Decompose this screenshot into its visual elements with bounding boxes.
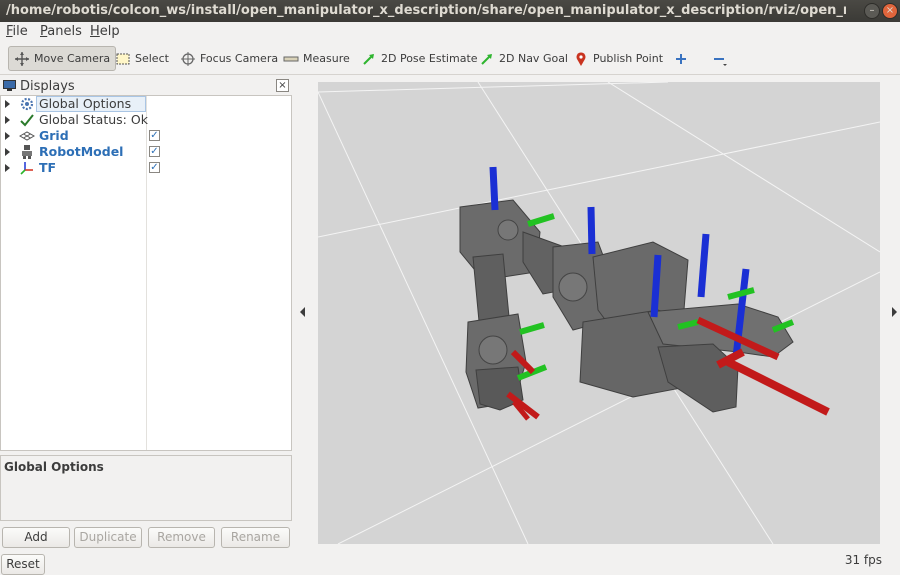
minimize-icon[interactable]: – [864, 3, 880, 19]
measure-tool[interactable]: Measure [278, 46, 355, 71]
tf-z-axis [587, 206, 596, 255]
menu-panels[interactable]: Panels [40, 24, 82, 39]
tf-y-axis [527, 213, 555, 227]
tf-z-axis [650, 254, 662, 318]
tf-z-axis [697, 233, 710, 298]
expand-arrow-icon[interactable] [5, 116, 10, 124]
measure-label: Measure [303, 52, 350, 65]
displays-title: Displays [20, 79, 75, 94]
plus-icon [673, 51, 689, 67]
collapse-right-icon[interactable] [892, 307, 897, 317]
map-pin-icon [573, 51, 589, 67]
scene-svg [318, 82, 880, 544]
menu-file[interactable]: File [6, 24, 28, 39]
publish-point-tool[interactable]: Publish Point [568, 46, 668, 71]
properties-panel: Global Options [0, 455, 292, 521]
grid-enabled-checkbox[interactable]: ✓ [149, 130, 160, 141]
focus-camera-tool[interactable]: Focus Camera [175, 46, 283, 71]
select-tool[interactable]: Select [110, 46, 174, 71]
focus-camera-icon [180, 51, 196, 67]
display-item-grid[interactable]: Grid ✓ [1, 128, 291, 144]
select-icon [115, 51, 131, 67]
gear-icon [19, 96, 35, 112]
display-item-global-status[interactable]: Global Status: Ok [1, 112, 291, 128]
nav-goal-label: 2D Nav Goal [499, 52, 568, 65]
axes-icon [19, 160, 35, 176]
render-viewport[interactable] [318, 82, 880, 544]
grid-icon [18, 128, 36, 144]
add-tool-button[interactable] [668, 46, 698, 71]
display-label: Global Status: Ok [39, 112, 148, 127]
nav-goal-tool[interactable]: 2D Nav Goal [474, 46, 573, 71]
menu-bar: File Panels Help [0, 22, 900, 42]
collapse-left-icon[interactable] [300, 307, 305, 317]
add-button[interactable]: Add [2, 527, 70, 548]
displays-tree: Global Options Global Status: Ok Grid ✓ … [0, 95, 292, 451]
reset-button[interactable]: Reset [1, 554, 45, 575]
expand-arrow-icon[interactable] [5, 164, 10, 172]
move-camera-tool[interactable]: Move Camera [8, 46, 117, 71]
display-label: TF [39, 160, 57, 175]
green-arrow-icon [479, 51, 495, 67]
display-item-robotmodel[interactable]: RobotModel ✓ [1, 144, 291, 160]
tf-y-axis [519, 322, 545, 335]
display-item-global-options[interactable]: Global Options [1, 96, 291, 112]
remove-button[interactable]: Remove [148, 527, 215, 548]
check-icon [19, 112, 35, 128]
green-arrow-icon [361, 51, 377, 67]
select-label: Select [135, 52, 169, 65]
expand-arrow-icon[interactable] [5, 148, 10, 156]
tf-x-axis [726, 358, 830, 416]
move-camera-icon [14, 51, 30, 67]
robot-icon [19, 144, 35, 160]
remove-tool-button[interactable] [706, 46, 736, 71]
title-bar: /home/robotis/colcon_ws/install/open_man… [0, 0, 900, 22]
pose-estimate-tool[interactable]: 2D Pose Estimate [356, 46, 483, 71]
pose-estimate-label: 2D Pose Estimate [381, 52, 478, 65]
tf-z-axis [489, 166, 499, 211]
display-label: Grid [39, 128, 69, 143]
display-label: RobotModel [39, 144, 124, 159]
fps-counter: 31 fps [844, 553, 882, 567]
publish-point-label: Publish Point [593, 52, 664, 65]
close-icon[interactable]: × [882, 3, 898, 19]
display-label: Global Options [39, 96, 132, 111]
minus-icon [711, 51, 727, 67]
focus-camera-label: Focus Camera [200, 52, 279, 65]
monitor-icon [3, 80, 16, 92]
rename-button[interactable]: Rename [221, 527, 290, 548]
expand-arrow-icon[interactable] [5, 132, 10, 140]
menu-help[interactable]: Help [90, 24, 120, 39]
tf-enabled-checkbox[interactable]: ✓ [149, 162, 160, 173]
window-title: /home/robotis/colcon_ws/install/open_man… [6, 3, 846, 18]
displays-panel-header: Displays × [0, 78, 292, 95]
properties-title: Global Options [4, 460, 104, 474]
ruler-icon [283, 51, 299, 67]
robotmodel-enabled-checkbox[interactable]: ✓ [149, 146, 160, 157]
expand-arrow-icon[interactable] [5, 100, 10, 108]
display-item-tf[interactable]: TF ✓ [1, 160, 291, 176]
duplicate-button[interactable]: Duplicate [74, 527, 142, 548]
tool-toolbar: Move Camera Select Focus Camera Measure … [0, 42, 900, 75]
move-camera-label: Move Camera [34, 52, 111, 65]
close-panel-icon[interactable]: × [276, 79, 289, 92]
tf-y-axis [727, 287, 755, 300]
